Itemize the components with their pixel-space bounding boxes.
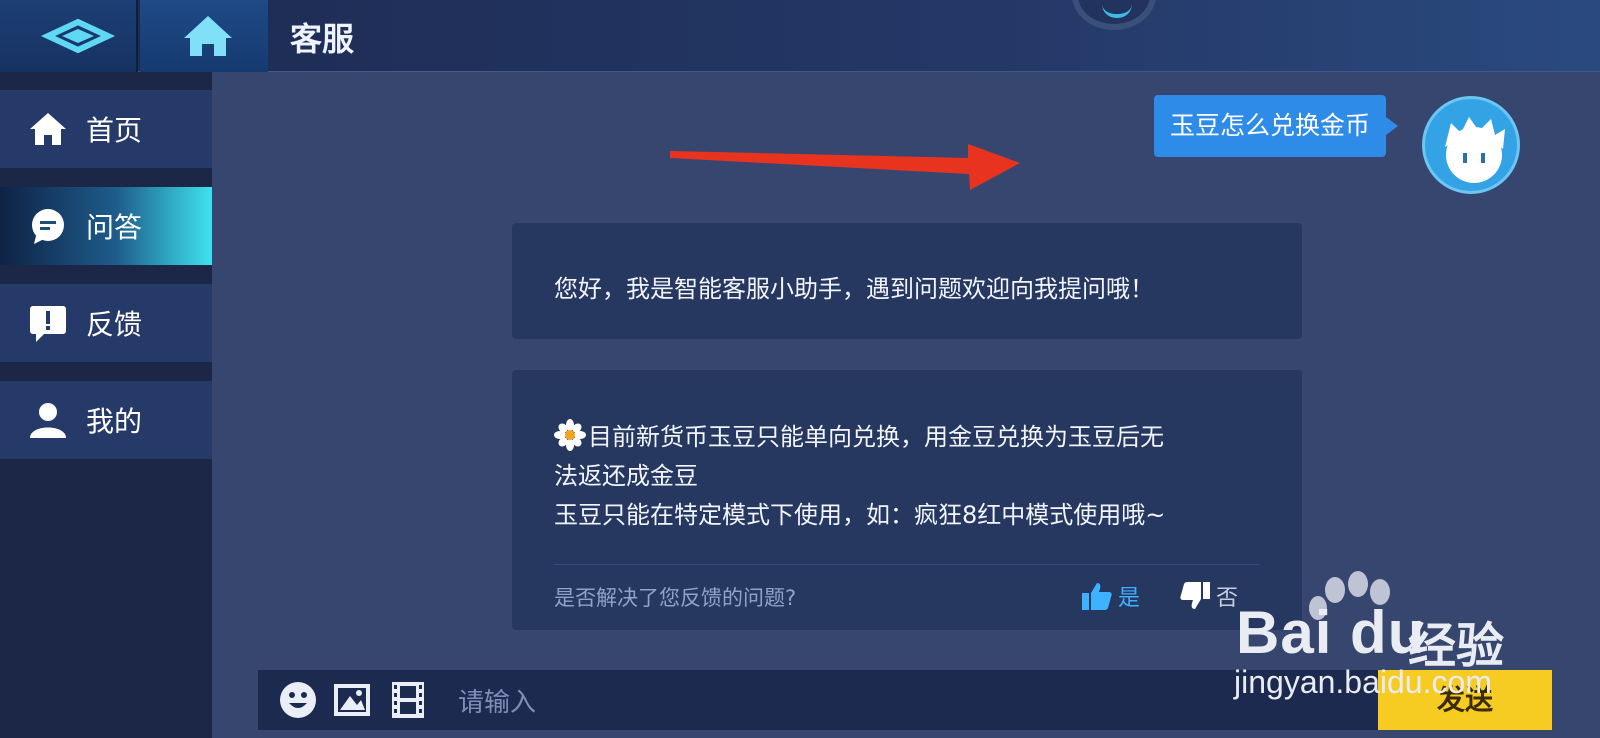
divider	[554, 564, 1260, 565]
sidebar-item-qa[interactable]: 问答	[0, 187, 212, 265]
resolved-question: 是否解决了您反馈的问题?	[554, 586, 797, 610]
top-bar: 客服	[0, 0, 1600, 72]
answer-line: 目前新货币玉豆只能单向兑换，用金豆兑换为玉豆后无	[588, 423, 1164, 451]
sidebar-item-mine[interactable]: 我的	[0, 381, 212, 459]
home-icon	[28, 109, 68, 149]
sidebar-item-feedback[interactable]: 反馈	[0, 284, 212, 362]
home-button[interactable]	[140, 0, 268, 72]
user-avatar	[1422, 96, 1520, 194]
answer-line: 玉豆只能在特定模式下使用，如：疯狂8红中模式使用哦~	[554, 501, 1166, 529]
chat-bubble-icon	[28, 206, 68, 246]
mascot-decoration	[1072, 0, 1156, 30]
page-title: 客服	[290, 20, 355, 58]
user-icon	[28, 400, 68, 440]
answer-line: 法返还成金豆	[554, 462, 698, 490]
sidebar-item-home[interactable]: 首页	[0, 90, 212, 168]
thumbs-down-icon	[1180, 582, 1210, 609]
bot-greeting-card: 您好，我是智能客服小助手，遇到问题欢迎向我提问哦！	[512, 223, 1302, 339]
image-button[interactable]	[332, 680, 372, 720]
emoji-button[interactable]	[278, 680, 318, 720]
sidebar-item-label: 反馈	[86, 308, 143, 341]
bot-answer-card: 目前新货币玉豆只能单向兑换，用金豆兑换为玉豆后无 法返还成金豆 玉豆只能在特定模…	[512, 370, 1302, 630]
sidebar: 首页 问答 反馈 我的	[0, 72, 212, 738]
message-input[interactable]: 请输入	[458, 682, 536, 719]
emoji-icon	[280, 682, 316, 718]
sidebar-item-label: 我的	[86, 405, 143, 438]
annotation-arrow	[670, 144, 1020, 190]
feedback-icon	[28, 303, 68, 343]
video-button[interactable]	[388, 680, 428, 720]
bot-greeting-text: 您好，我是智能客服小助手，遇到问题欢迎向我提问哦！	[554, 275, 1154, 303]
avatar-face-icon	[1445, 117, 1505, 183]
yes-label: 是	[1118, 586, 1141, 611]
image-icon	[334, 684, 370, 716]
watermark-brand: Bai du	[1236, 599, 1426, 666]
home-icon	[184, 16, 232, 56]
bot-answer-text: 目前新货币玉豆只能单向兑换，用金豆兑换为玉豆后无 法返还成金豆 玉豆只能在特定模…	[554, 418, 1264, 535]
video-film-icon	[392, 682, 424, 718]
back-icon	[40, 18, 116, 54]
back-button[interactable]	[0, 0, 138, 72]
sidebar-item-label: 问答	[86, 211, 143, 244]
watermark-url: jingyan.baidu.com	[1234, 664, 1492, 700]
thumbs-up-icon	[1082, 583, 1112, 610]
user-message-bubble: 玉豆怎么兑换金币	[1154, 95, 1399, 157]
sidebar-item-label: 首页	[86, 114, 143, 147]
flower-icon	[554, 419, 586, 451]
yes-button[interactable]: 是	[1082, 580, 1140, 612]
